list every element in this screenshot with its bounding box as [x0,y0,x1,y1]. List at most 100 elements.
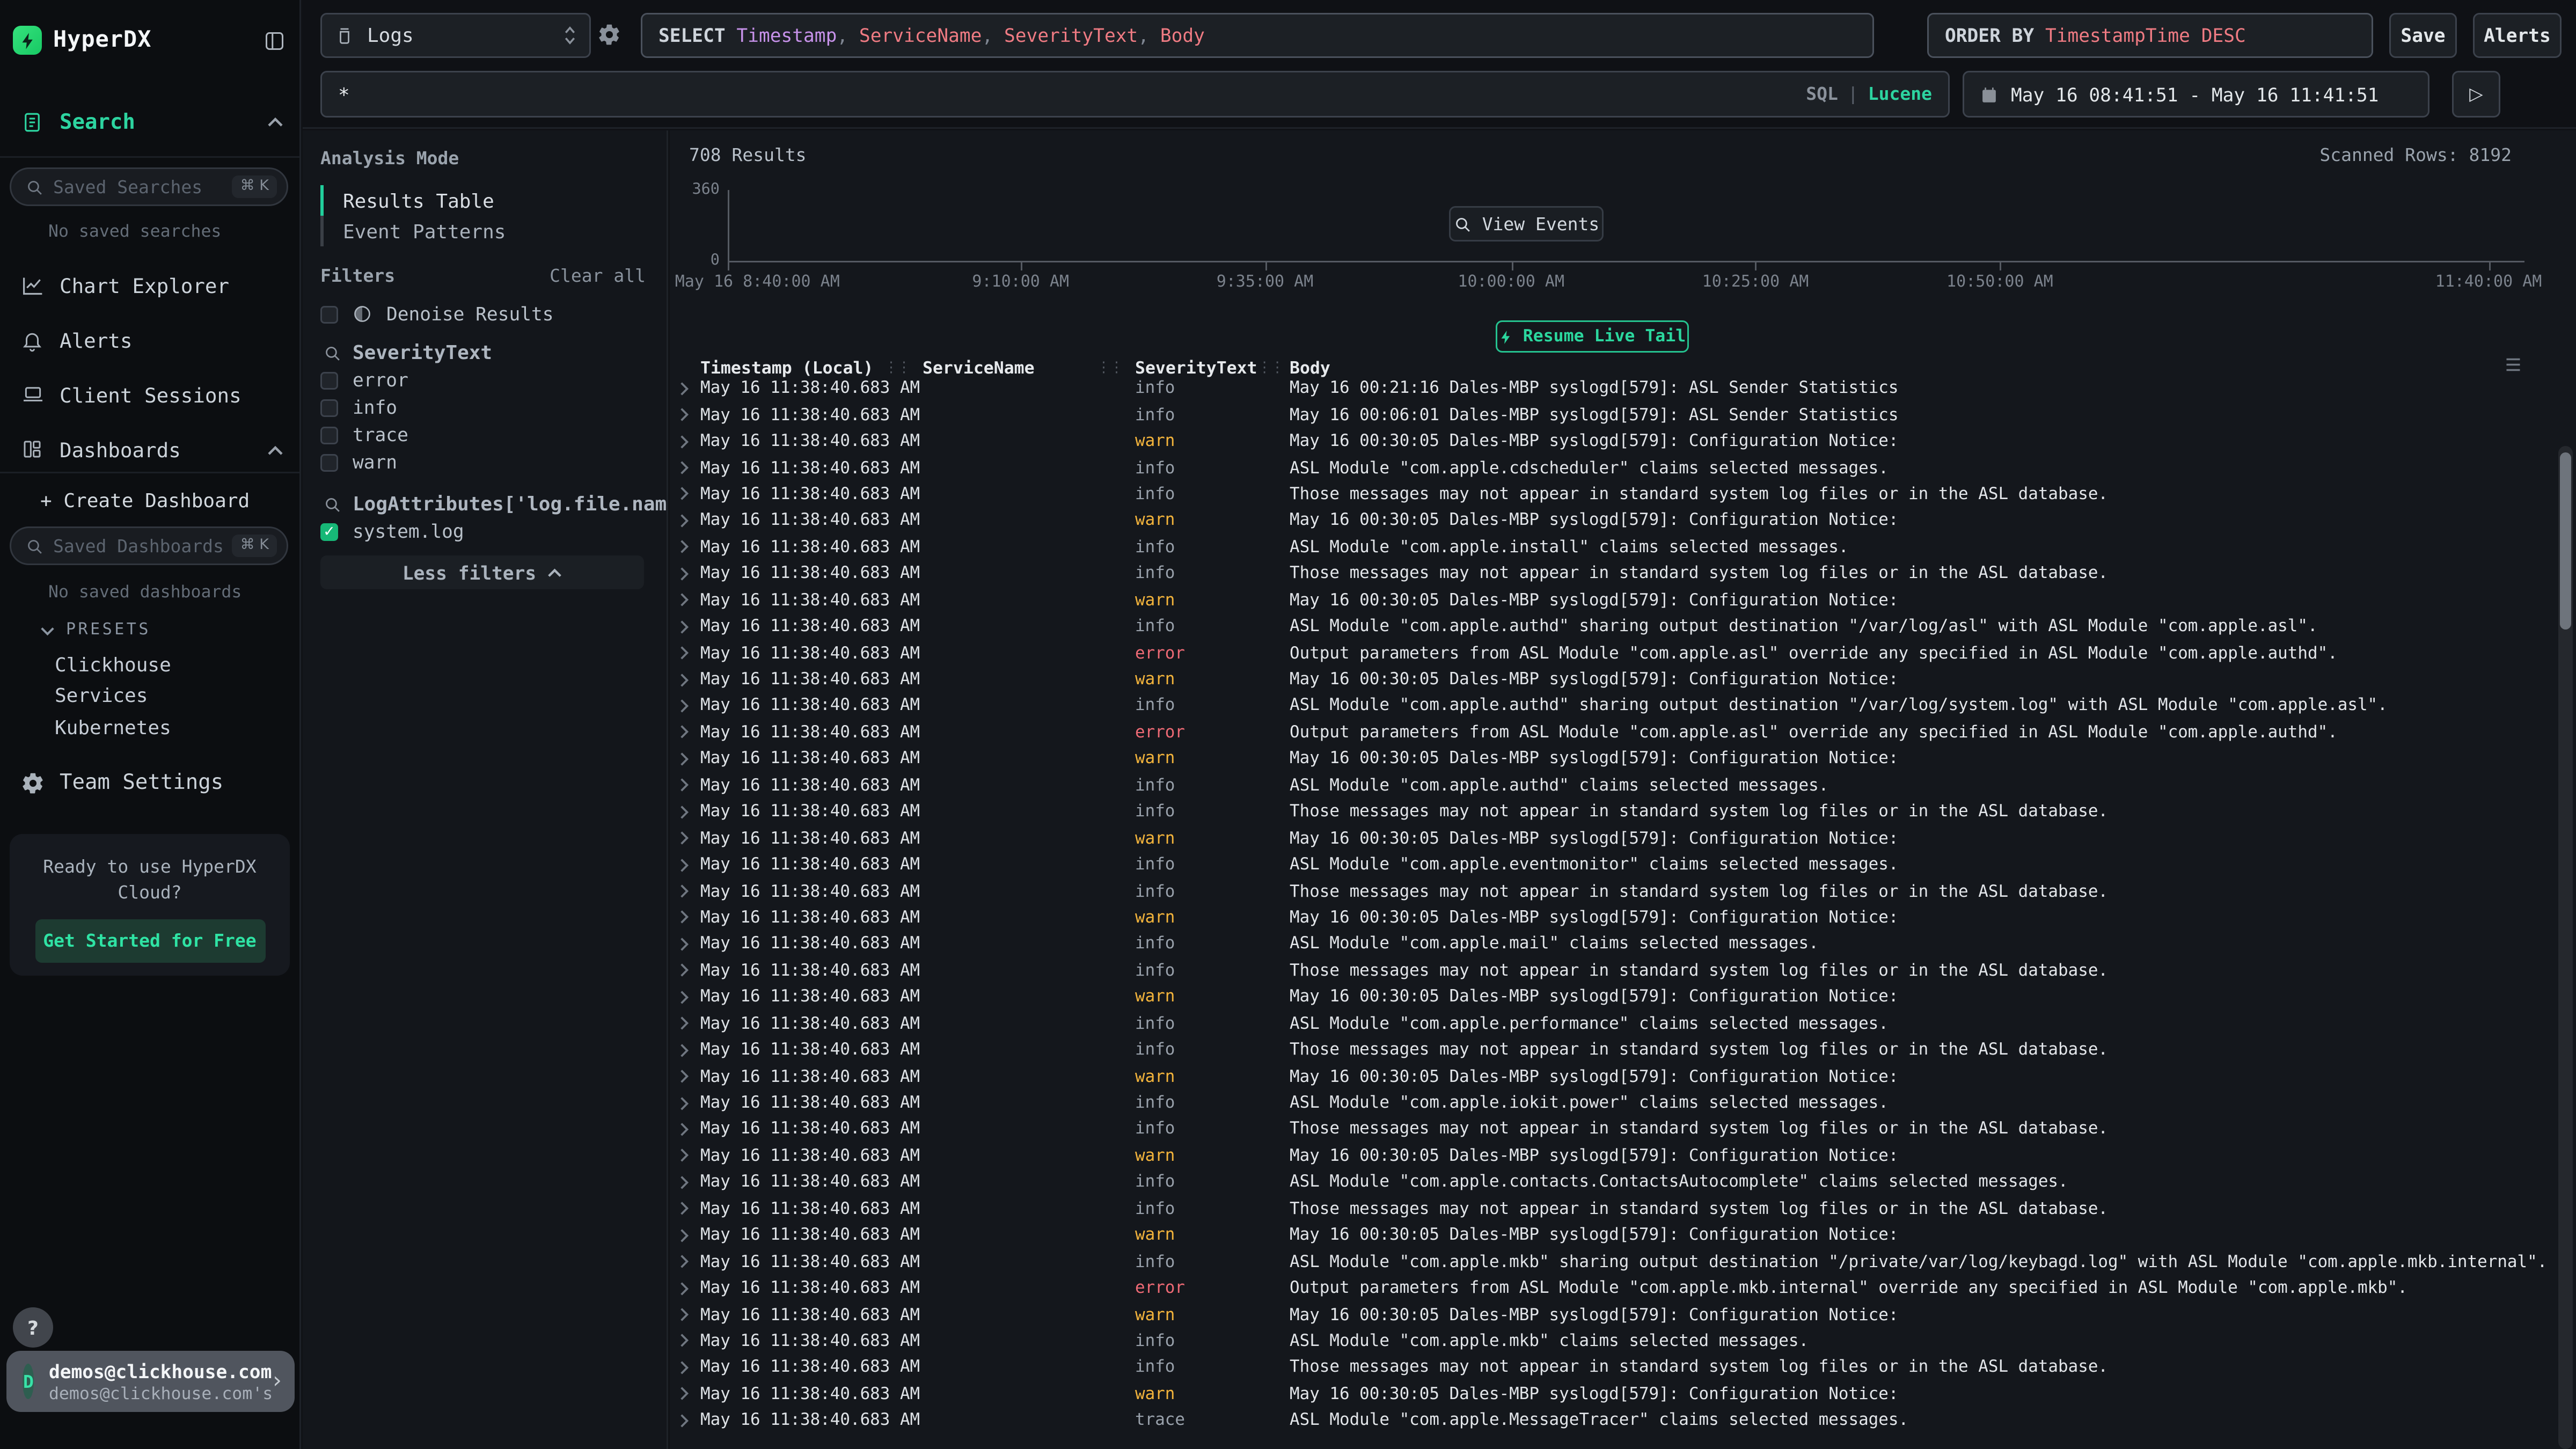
table-row[interactable]: May 16 11:38:40.683 AMwarnMay 16 00:30:0… [670,984,2553,1010]
row-expand-chevron-icon[interactable] [670,646,694,660]
row-expand-chevron-icon[interactable] [670,910,694,925]
table-row[interactable]: May 16 11:38:40.683 AMwarnMay 16 00:30:0… [670,904,2553,931]
order-by-input[interactable]: ORDER BY TimestampTime DESC [1927,13,2373,58]
table-row[interactable]: May 16 11:38:40.683 AMinfoASL Module "co… [670,1011,2553,1037]
table-row[interactable]: May 16 11:38:40.683 AMwarnMay 16 00:30:0… [670,666,2553,692]
preset-item-services[interactable]: Services [55,680,171,712]
date-range-picker[interactable]: May 16 08:41:51 - May 16 11:41:51 [1963,71,2429,118]
checkbox[interactable] [320,453,338,471]
table-row[interactable]: May 16 11:38:40.683 AMwarnMay 16 00:30:0… [670,1222,2553,1248]
row-expand-chevron-icon[interactable] [670,1016,694,1031]
row-expand-chevron-icon[interactable] [670,1307,694,1322]
checkbox[interactable] [320,426,338,444]
help-button[interactable]: ? [13,1307,53,1348]
table-row[interactable]: May 16 11:38:40.683 AMinfoASL Module "co… [670,613,2553,640]
row-expand-chevron-icon[interactable] [670,381,694,396]
table-row[interactable]: May 16 11:38:40.683 AMinfoASL Module "co… [670,852,2553,878]
table-row[interactable]: May 16 11:38:40.683 AMwarnMay 16 00:30:0… [670,825,2553,851]
preset-item-kubernetes[interactable]: Kubernetes [55,712,171,743]
table-row[interactable]: May 16 11:38:40.683 AMerrorOutput parame… [670,719,2553,745]
logattr-option-systemlog[interactable]: ✓system.log [320,520,654,543]
table-row[interactable]: May 16 11:38:40.683 AMinfoASL Module "co… [670,1089,2553,1116]
sidebar-collapse-icon[interactable] [262,28,287,53]
row-expand-chevron-icon[interactable] [670,566,694,581]
row-expand-chevron-icon[interactable] [670,937,694,952]
table-row[interactable]: May 16 11:38:40.683 AMinfoASL Module "co… [670,455,2553,481]
drag-handle-icon[interactable]: ⋮⋮ [1096,360,1122,376]
sidebar-item-team-settings[interactable]: Team Settings [19,766,283,799]
table-row[interactable]: May 16 11:38:40.683 AMerrorOutput parame… [670,1275,2553,1301]
row-expand-chevron-icon[interactable] [670,1148,694,1163]
table-row[interactable]: May 16 11:38:40.683 AMtraceASL Module "c… [670,1407,2553,1433]
row-expand-chevron-icon[interactable] [670,593,694,608]
table-row[interactable]: May 16 11:38:40.683 AMinfoThose messages… [670,799,2553,825]
checkbox[interactable]: ✓ [320,523,338,540]
denoise-checkbox[interactable] [320,305,338,323]
severity-option-warn[interactable]: warn [320,451,654,473]
preset-item-clickhouse[interactable]: Clickhouse [55,649,171,680]
table-row[interactable]: May 16 11:38:40.683 AMinfoASL Module "co… [670,534,2553,560]
view-events-button[interactable]: View Events [1449,206,1604,241]
source-settings-gear-icon[interactable] [597,23,621,47]
query-input[interactable]: * SQL | Lucene [320,71,1950,118]
row-expand-chevron-icon[interactable] [670,752,694,766]
table-row[interactable]: May 16 11:38:40.683 AMinfoASL Module "co… [670,693,2553,719]
table-row[interactable]: May 16 11:38:40.683 AMwarnMay 16 00:30:0… [670,1381,2553,1407]
denoise-filter[interactable]: Denoise Results [320,303,654,325]
table-row[interactable]: May 16 11:38:40.683 AMwarnMay 16 00:30:0… [670,587,2553,613]
table-row[interactable]: May 16 11:38:40.683 AMinfoMay 16 00:06:0… [670,401,2553,428]
row-expand-chevron-icon[interactable] [670,540,694,554]
drag-handle-icon[interactable]: ⋮⋮ [884,360,910,376]
row-expand-chevron-icon[interactable] [670,619,694,634]
row-expand-chevron-icon[interactable] [670,778,694,793]
row-expand-chevron-icon[interactable] [670,1069,694,1084]
checkbox[interactable] [320,371,338,389]
severity-option-trace[interactable]: trace [320,423,654,446]
row-expand-chevron-icon[interactable] [670,963,694,978]
scrollbar[interactable] [2558,446,2573,1449]
scrollbar-thumb[interactable] [2560,452,2571,630]
less-filters-button[interactable]: Less filters [320,555,644,589]
table-row[interactable]: May 16 11:38:40.683 AMinfoASL Module "co… [670,1169,2553,1195]
row-expand-chevron-icon[interactable] [670,1334,694,1348]
row-expand-chevron-icon[interactable] [670,1281,694,1296]
sidebar-item-dashboards[interactable]: Dashboards [19,422,283,477]
table-row[interactable]: May 16 11:38:40.683 AMinfoMay 16 00:21:1… [670,375,2553,401]
drag-handle-icon[interactable]: ⋮⋮ [1257,360,1283,376]
table-row[interactable]: May 16 11:38:40.683 AMinfoThose messages… [670,560,2553,587]
column-options-icon[interactable] [2505,357,2521,372]
row-expand-chevron-icon[interactable] [670,725,694,740]
row-expand-chevron-icon[interactable] [670,1043,694,1057]
table-row[interactable]: May 16 11:38:40.683 AMwarnMay 16 00:30:0… [670,1063,2553,1089]
severity-option-error[interactable]: error [320,369,654,391]
table-row[interactable]: May 16 11:38:40.683 AMinfoThose messages… [670,1196,2553,1222]
table-row[interactable]: May 16 11:38:40.683 AMinfoThose messages… [670,957,2553,984]
table-row[interactable]: May 16 11:38:40.683 AMerrorOutput parame… [670,640,2553,666]
table-row[interactable]: May 16 11:38:40.683 AMinfoThose messages… [670,1355,2553,1381]
sidebar-item-chart-explorer[interactable]: Chart Explorer [19,258,283,312]
presets-toggle[interactable]: PRESETS [40,621,151,639]
clear-all-button[interactable]: Clear all [550,266,646,287]
table-row[interactable]: May 16 11:38:40.683 AMinfoASL Module "co… [670,1248,2553,1275]
severity-option-info[interactable]: info [320,396,654,419]
analysis-mode-tab-event-patterns[interactable]: Event Patterns [320,216,506,246]
saved-searches-input[interactable]: Saved Searches ⌘ K [10,167,288,206]
row-expand-chevron-icon[interactable] [670,1175,694,1190]
select-clause-input[interactable]: SELECT Timestamp, ServiceName, SeverityT… [641,13,1874,58]
analysis-mode-tab-results-table[interactable]: Results Table [320,185,506,216]
row-expand-chevron-icon[interactable] [670,699,694,713]
row-expand-chevron-icon[interactable] [670,1360,694,1375]
row-expand-chevron-icon[interactable] [670,407,694,422]
table-row[interactable]: May 16 11:38:40.683 AMinfoThose messages… [670,1037,2553,1063]
sidebar-item-client-sessions[interactable]: Client Sessions [19,367,283,422]
checkbox[interactable] [320,399,338,416]
get-started-button[interactable]: Get Started for Free [35,919,265,963]
row-expand-chevron-icon[interactable] [670,1228,694,1242]
table-row[interactable]: May 16 11:38:40.683 AMwarnMay 16 00:30:0… [670,1301,2553,1328]
alerts-button[interactable]: Alerts [2473,13,2562,58]
run-query-button[interactable]: ▷ [2452,71,2500,118]
table-row[interactable]: May 16 11:38:40.683 AMinfoThose messages… [670,878,2553,904]
row-expand-chevron-icon[interactable] [670,990,694,1004]
table-row[interactable]: May 16 11:38:40.683 AMwarnMay 16 00:30:0… [670,745,2553,772]
table-row[interactable]: May 16 11:38:40.683 AMwarnMay 16 00:30:0… [670,508,2553,534]
